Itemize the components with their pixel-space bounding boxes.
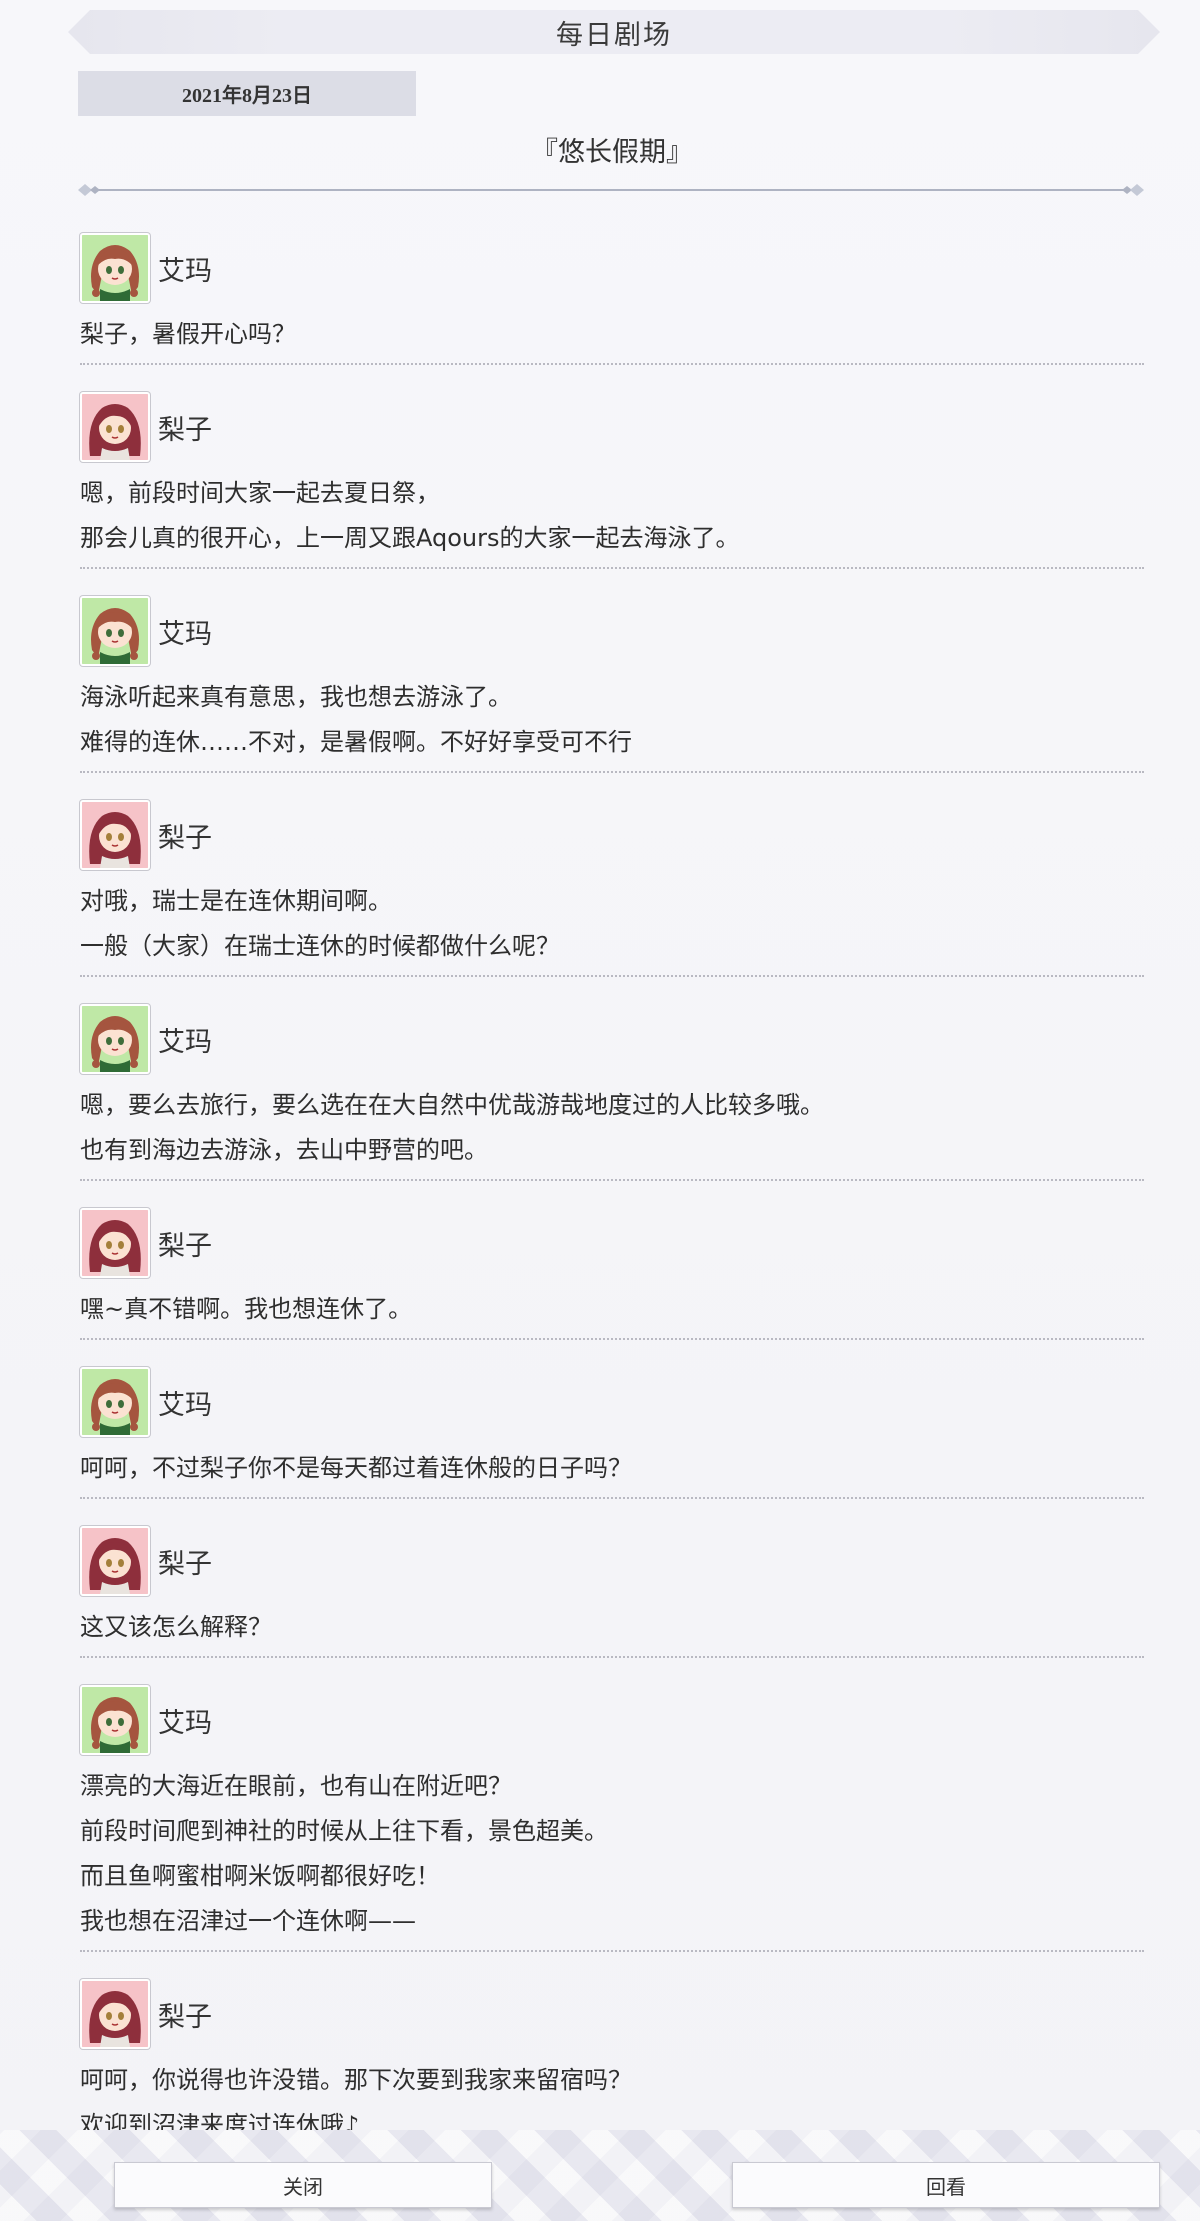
speaker-row: 梨子: [80, 389, 1144, 465]
speaker-name: 梨子: [158, 1548, 212, 1580]
close-button[interactable]: 关闭: [114, 2162, 492, 2208]
dialogue-text: 呵呵，不过梨子你不是每天都过着连休般的日子吗？: [80, 1440, 1144, 1491]
speaker-name: 艾玛: [158, 1026, 212, 1058]
dialogue-line: 对哦，瑞士是在连休期间啊。: [80, 887, 392, 915]
speaker-row: 梨子: [80, 797, 1144, 873]
speaker-name: 艾玛: [158, 1707, 212, 1739]
speaker-row: 艾玛: [80, 230, 1144, 306]
dialogue-text: 对哦，瑞士是在连休期间啊。一般（大家）在瑞士连休的时候都做什么呢？: [80, 873, 1144, 969]
dialogue-line: 这又该怎么解释？: [80, 1613, 272, 1641]
dialogue-line: 嗯，前段时间大家一起去夏日祭，: [80, 479, 440, 507]
dialogue-line: 而且鱼啊蜜柑啊米饭啊都很好吃！: [80, 1862, 440, 1890]
dialogue-line: 那会儿真的很开心，上一周又跟Aqours的大家一起去海泳了。: [80, 524, 740, 552]
dialogue-entry: 梨子这又该怎么解释？: [80, 1519, 1144, 1658]
dialogue-entry: 艾玛嗯，要么去旅行，要么选在在大自然中优哉游哉地度过的人比较多哦。 也有到海边去游…: [80, 997, 1144, 1181]
close-button-label: 关闭: [283, 2174, 323, 2199]
speaker-row: 梨子: [80, 1976, 1144, 2052]
riko-avatar: [80, 1526, 150, 1596]
dialogue-line: 我也想在沼津过一个连休啊——: [80, 1907, 416, 1935]
speaker-name: 艾玛: [158, 618, 212, 650]
speaker-name: 梨子: [158, 1230, 212, 1262]
dialogue-line: 海泳听起来真有意思，我也想去游泳了。: [80, 683, 512, 711]
dialogue-text: 梨子，暑假开心吗？: [80, 306, 1144, 357]
dialogue-line: 也有到海边去游泳，去山中野营的吧。: [80, 1136, 488, 1164]
speaker-row: 艾玛: [80, 1001, 1144, 1077]
dialogue-entry: 梨子嗯，前段时间大家一起去夏日祭， 那会儿真的很开心，上一周又跟Aqours的大家…: [80, 385, 1144, 569]
dialogue-text: 嘿~真不错啊。我也想连休了。: [80, 1281, 1144, 1332]
speaker-name: 梨子: [158, 2001, 212, 2033]
dialogue-entry: 艾玛漂亮的大海近在眼前，也有山在附近吧？ 前段时间爬到神社的时候从上往下看，景色超…: [80, 1678, 1144, 1952]
speaker-name: 艾玛: [158, 255, 212, 287]
dialogue-text: 漂亮的大海近在眼前，也有山在附近吧？ 前段时间爬到神社的时候从上往下看，景色超美。…: [80, 1758, 1144, 1944]
speaker-row: 艾玛: [80, 593, 1144, 669]
riko-avatar: [80, 1208, 150, 1278]
speaker-row: 艾玛: [80, 1682, 1144, 1758]
dialogue-text: 这又该怎么解释？: [80, 1599, 1144, 1650]
dialogue-line: 嘿~真不错啊。我也想连休了。: [80, 1295, 413, 1323]
header-banner: 每日剧场: [68, 10, 1160, 54]
dialogue-text: 嗯，前段时间大家一起去夏日祭， 那会儿真的很开心，上一周又跟Aqours的大家一起…: [80, 465, 1144, 561]
dialogue-line: 漂亮的大海近在眼前，也有山在附近吧？: [80, 1772, 512, 1800]
dialogue-entry: 艾玛呵呵，不过梨子你不是每天都过着连休般的日子吗？: [80, 1360, 1144, 1499]
riko-avatar: [80, 800, 150, 870]
review-button[interactable]: 回看: [732, 2162, 1160, 2208]
daily-theater-page: 每日剧场 2021年8月23日 『悠长假期』 艾玛 梨子，暑假开心吗？ 梨子 嗯，前段…: [0, 0, 1200, 2221]
speaker-row: 梨子: [80, 1523, 1144, 1599]
dialogue-entry: 艾玛海泳听起来真有意思，我也想去游泳了。难得的连休……不对，是暑假啊。不好好享受…: [80, 589, 1144, 773]
speaker-row: 梨子: [80, 1205, 1144, 1281]
dialogue-line: 梨子，暑假开心吗？: [80, 320, 296, 348]
dialogue-entry: 梨子对哦，瑞士是在连休期间啊。一般（大家）在瑞士连休的时候都做什么呢？: [80, 793, 1144, 977]
speaker-row: 艾玛: [80, 1364, 1144, 1440]
page-title: 每日剧场: [556, 19, 672, 51]
dialogue-line: 难得的连休……不对，是暑假啊。不好好享受可不行: [80, 728, 632, 756]
speaker-name: 梨子: [158, 822, 212, 854]
dialogue-line: 呵呵，不过梨子你不是每天都过着连休般的日子吗？: [80, 1454, 632, 1482]
dialogue-entry: 梨子 呵呵，你说得也许没错。那下次要到我家来留宿吗？ 欢迎到沼津来度过连休哦♪: [80, 1972, 1144, 2156]
riko-avatar: [80, 392, 150, 462]
dialogue-text: 嗯，要么去旅行，要么选在在大自然中优哉游哉地度过的人比较多哦。 也有到海边去游泳，…: [80, 1077, 1144, 1173]
speaker-name: 梨子: [158, 414, 212, 446]
episode-title: 『悠长假期』: [531, 137, 693, 168]
emma-avatar: [80, 596, 150, 666]
dialogue-line: 一般（大家）在瑞士连休的时候都做什么呢？: [80, 932, 560, 960]
title-divider: [78, 184, 1144, 196]
dialogue-entry: 艾玛梨子，暑假开心吗？: [80, 226, 1144, 365]
riko-avatar: [80, 1979, 150, 2049]
emma-avatar: [80, 233, 150, 303]
date-label: 2021年8月23日: [182, 85, 312, 107]
dialogue-entry: 梨子嘿~真不错啊。我也想连休了。: [80, 1201, 1144, 1340]
dialogue-line: 前段时间爬到神社的时候从上往下看，景色超美。: [80, 1817, 608, 1845]
dialogue-text: 海泳听起来真有意思，我也想去游泳了。难得的连休……不对，是暑假啊。不好好享受可不…: [80, 669, 1144, 765]
date-box: 2021年8月23日: [78, 71, 416, 116]
dialogue-list[interactable]: 艾玛 梨子，暑假开心吗？ 梨子 嗯，前段时间大家一起去夏日祭， 那会儿真的很开心，上一周…: [80, 226, 1144, 2176]
dialogue-line: 嗯，要么去旅行，要么选在在大自然中优哉游哉地度过的人比较多哦。: [80, 1091, 824, 1119]
emma-avatar: [80, 1685, 150, 1755]
dialogue-line: 呵呵，你说得也许没错。那下次要到我家来留宿吗？: [80, 2066, 632, 2094]
emma-avatar: [80, 1367, 150, 1437]
speaker-name: 艾玛: [158, 1389, 212, 1421]
emma-avatar: [80, 1004, 150, 1074]
review-button-label: 回看: [926, 2174, 966, 2199]
